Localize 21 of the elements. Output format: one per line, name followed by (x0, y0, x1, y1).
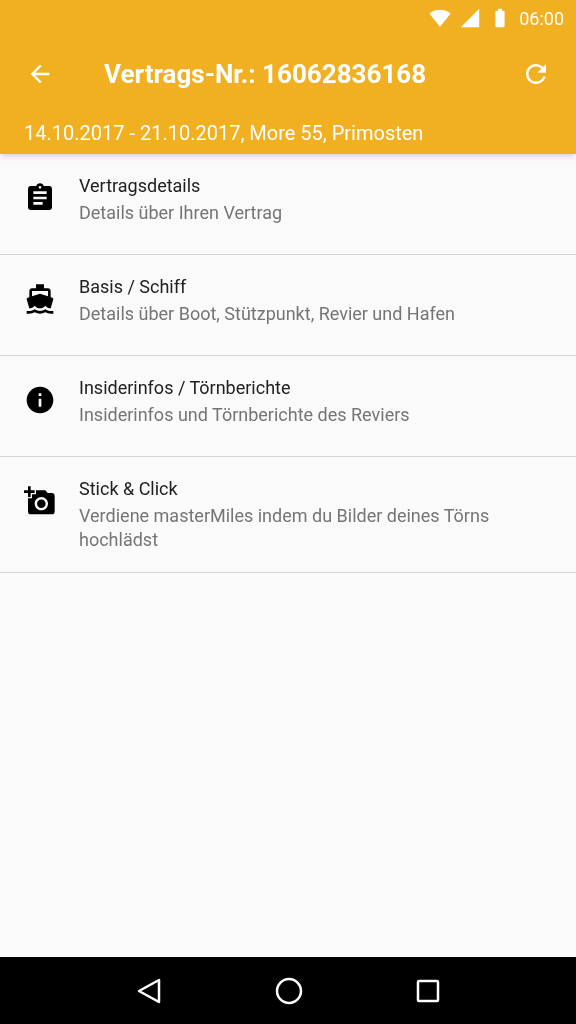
item-subtitle: Details über Boot, Stützpunkt, Revier und Hafen (79, 302, 456, 326)
item-title: Vertragsdetails (79, 174, 202, 198)
title: Vertrags-Nr.: 16062836168 (104, 57, 428, 91)
recents-nav-icon[interactable] (415, 978, 440, 1003)
item-title: Basis / Schiff (79, 275, 188, 299)
item-subtitle: Insiderinfos und Törnberichte des Reviers (79, 403, 411, 427)
item-title: Insiderinfos / Törnberichte (79, 376, 292, 400)
item-subtitle: Details über Ihren Vertrag (79, 201, 284, 225)
back-nav-icon[interactable] (136, 976, 163, 1005)
add-photo-icon (23, 485, 56, 517)
list-item[interactable]: Basis / Schiff Details über Boot, Stützpunkt, Revier und Hafen (0, 255, 576, 356)
home-nav-icon[interactable] (275, 976, 303, 1005)
signal-icon (459, 7, 482, 29)
item-title: Stick & Click (79, 477, 179, 501)
item-subtitle: Verdiene masterMiles indem du Bilder deines Törns hochlädst (79, 504, 491, 552)
subtitle: 14.10.2017 - 21.10.2017, More 55, Primosten (24, 120, 424, 147)
clock: 06:00 (519, 6, 564, 31)
list-item[interactable]: Stick & Click Verdiene masterMiles indem du Bilder deines Törns hochlädst (0, 457, 576, 573)
wifi-icon (429, 7, 452, 29)
list-item[interactable]: Insiderinfos / Törnberichte Insiderinfos und Törnberichte des Reviers (0, 356, 576, 457)
list-item[interactable]: Vertragsdetails Details über Ihren Vertrag (0, 154, 576, 255)
